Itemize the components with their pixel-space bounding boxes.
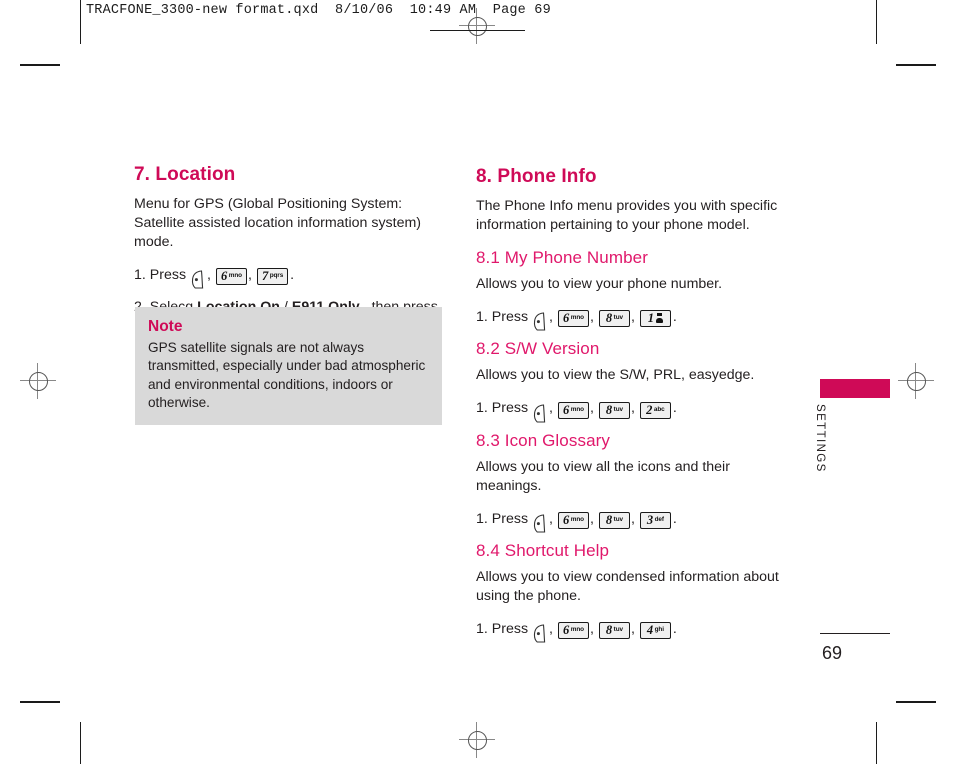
sw-version-step-1: 1. Press , 6 mno , 8 tuv , 2 abc . [476,398,788,423]
step-period: . [672,400,677,417]
icon-glossary-step-1: 1. Press , 6 mno , 8 tuv , 3 def . [476,509,788,533]
manual-page: 7. Location Menu for GPS (Global Positio… [0,0,954,764]
key-6: 6 mno [216,268,247,286]
key-8: 8 tuv [598,401,630,419]
softkey-icon [533,403,547,423]
key-digit: 6 [563,623,570,638]
step-separator: , [590,309,594,326]
step-period: . [672,309,677,326]
step-separator: , [549,309,553,326]
step-period: . [672,510,677,527]
note-box: Note GPS satellite signals are not alway… [135,307,442,426]
step-separator: , [590,510,594,527]
step-label: 1. Press [476,400,529,417]
step-label: 1. Press [476,621,529,638]
shortcut-help-step-1: 1. Press , 6 mno , 8 tuv , 4 ghi . [476,619,788,643]
key-letters: mno [570,626,584,634]
step-separator: , [630,510,635,527]
subsection-title-my-phone-number: 8.1 My Phone Number [476,248,648,268]
key-digit: 2 [646,402,653,417]
note-body: GPS satellite signals are not always tra… [148,340,426,411]
key-6: 6 mno [558,511,589,529]
sw-version-body: Allows you to view the S/W, PRL, easyedg… [476,367,755,384]
key-letters: ghi [654,626,664,634]
key-digit: 8 [605,311,613,326]
page-number-rule [820,633,890,635]
step-separator: , [630,309,635,326]
softkey-icon [533,514,547,533]
subsection-title-icon-glossary: 8.3 Icon Glossary [476,430,610,450]
phone-info-intro-text: The Phone Info menu provides you with sp… [476,198,778,234]
key-letters: tuv [613,314,623,322]
step-separator: , [630,400,635,417]
key-digit: 6 [563,402,570,417]
voicemail-glyph-icon [656,313,664,323]
step-separator: , [590,621,594,638]
section-title-phone-info: 8. Phone Info [476,166,597,187]
right-column: 8. Phone Info The Phone Info menu provid… [476,166,788,651]
location-intro-text: Menu for GPS (Global Positioning System:… [134,196,422,251]
icon-glossary-body: Allows you to view all the icons and the… [476,458,730,494]
section-title-location: 7. Location [134,164,236,185]
key-letters: mno [228,272,242,280]
key-digit: 8 [605,623,613,638]
key-8: 8 tuv [598,310,630,328]
chapter-tab-label: SETTINGS [814,404,826,473]
key-digit: 3 [646,512,654,527]
key-digit: 4 [646,623,654,638]
softkey-icon [533,624,547,643]
key-6: 6 mno [558,401,589,419]
key-letters: mno [570,405,584,413]
subsection-title-sw-version: 8.2 S/W Version [476,339,600,359]
key-letters: mno [570,314,584,322]
key-7: 7 pqrs [256,268,289,286]
key-6: 6 mno [558,310,589,328]
step-separator: , [207,267,211,284]
shortcut-help-body: Allows you to view condensed information… [476,569,779,605]
key-8: 8 tuv [598,622,630,640]
step-separator: , [590,400,594,417]
step-label: 1. Press [476,309,529,326]
chapter-tab-bar [820,379,890,398]
key-letters: pqrs [269,272,284,280]
subsection-title-shortcut-help: 8.4 Shortcut Help [476,541,610,561]
key-1: 1 [639,310,671,328]
step-separator: , [248,267,252,284]
key-letters: mno [570,515,584,523]
key-letters: tuv [613,626,623,634]
page-number: 69 [822,643,843,663]
softkey-icon [191,270,205,289]
key-digit: 1 [647,311,655,326]
note-title: Note [148,318,183,335]
key-digit: 8 [605,512,613,527]
step-label: 1. Press [476,510,529,527]
key-letters: def [654,515,664,523]
step-label: 1. Press [134,267,187,284]
key-digit: 8 [605,402,613,417]
key-digit: 6 [563,311,570,326]
key-8: 8 tuv [598,511,630,529]
step-separator: , [549,510,553,527]
step-separator: , [549,400,553,417]
my-phone-number-step-1: 1. Press , 6 mno , 8 tuv , 1 . [476,307,788,331]
key-digit: 7 [261,269,269,284]
key-2: 2 abc [639,401,671,419]
step-period: . [290,267,295,284]
step-separator: , [549,621,553,638]
step-period: . [672,621,677,638]
step-separator: , [630,621,635,638]
key-6: 6 mno [558,622,589,640]
key-letters: tuv [613,515,623,523]
softkey-icon [533,312,547,331]
key-letters: abc [653,405,665,413]
my-phone-number-body: Allows you to view your phone number. [476,276,723,293]
location-step-1: 1. Press , 6 mno , 7 pqrs . [134,265,444,289]
key-4: 4 ghi [639,622,671,640]
key-letters: tuv [613,405,623,413]
key-digit: 6 [563,512,570,527]
key-3: 3 def [639,511,671,529]
key-digit: 6 [221,269,228,284]
